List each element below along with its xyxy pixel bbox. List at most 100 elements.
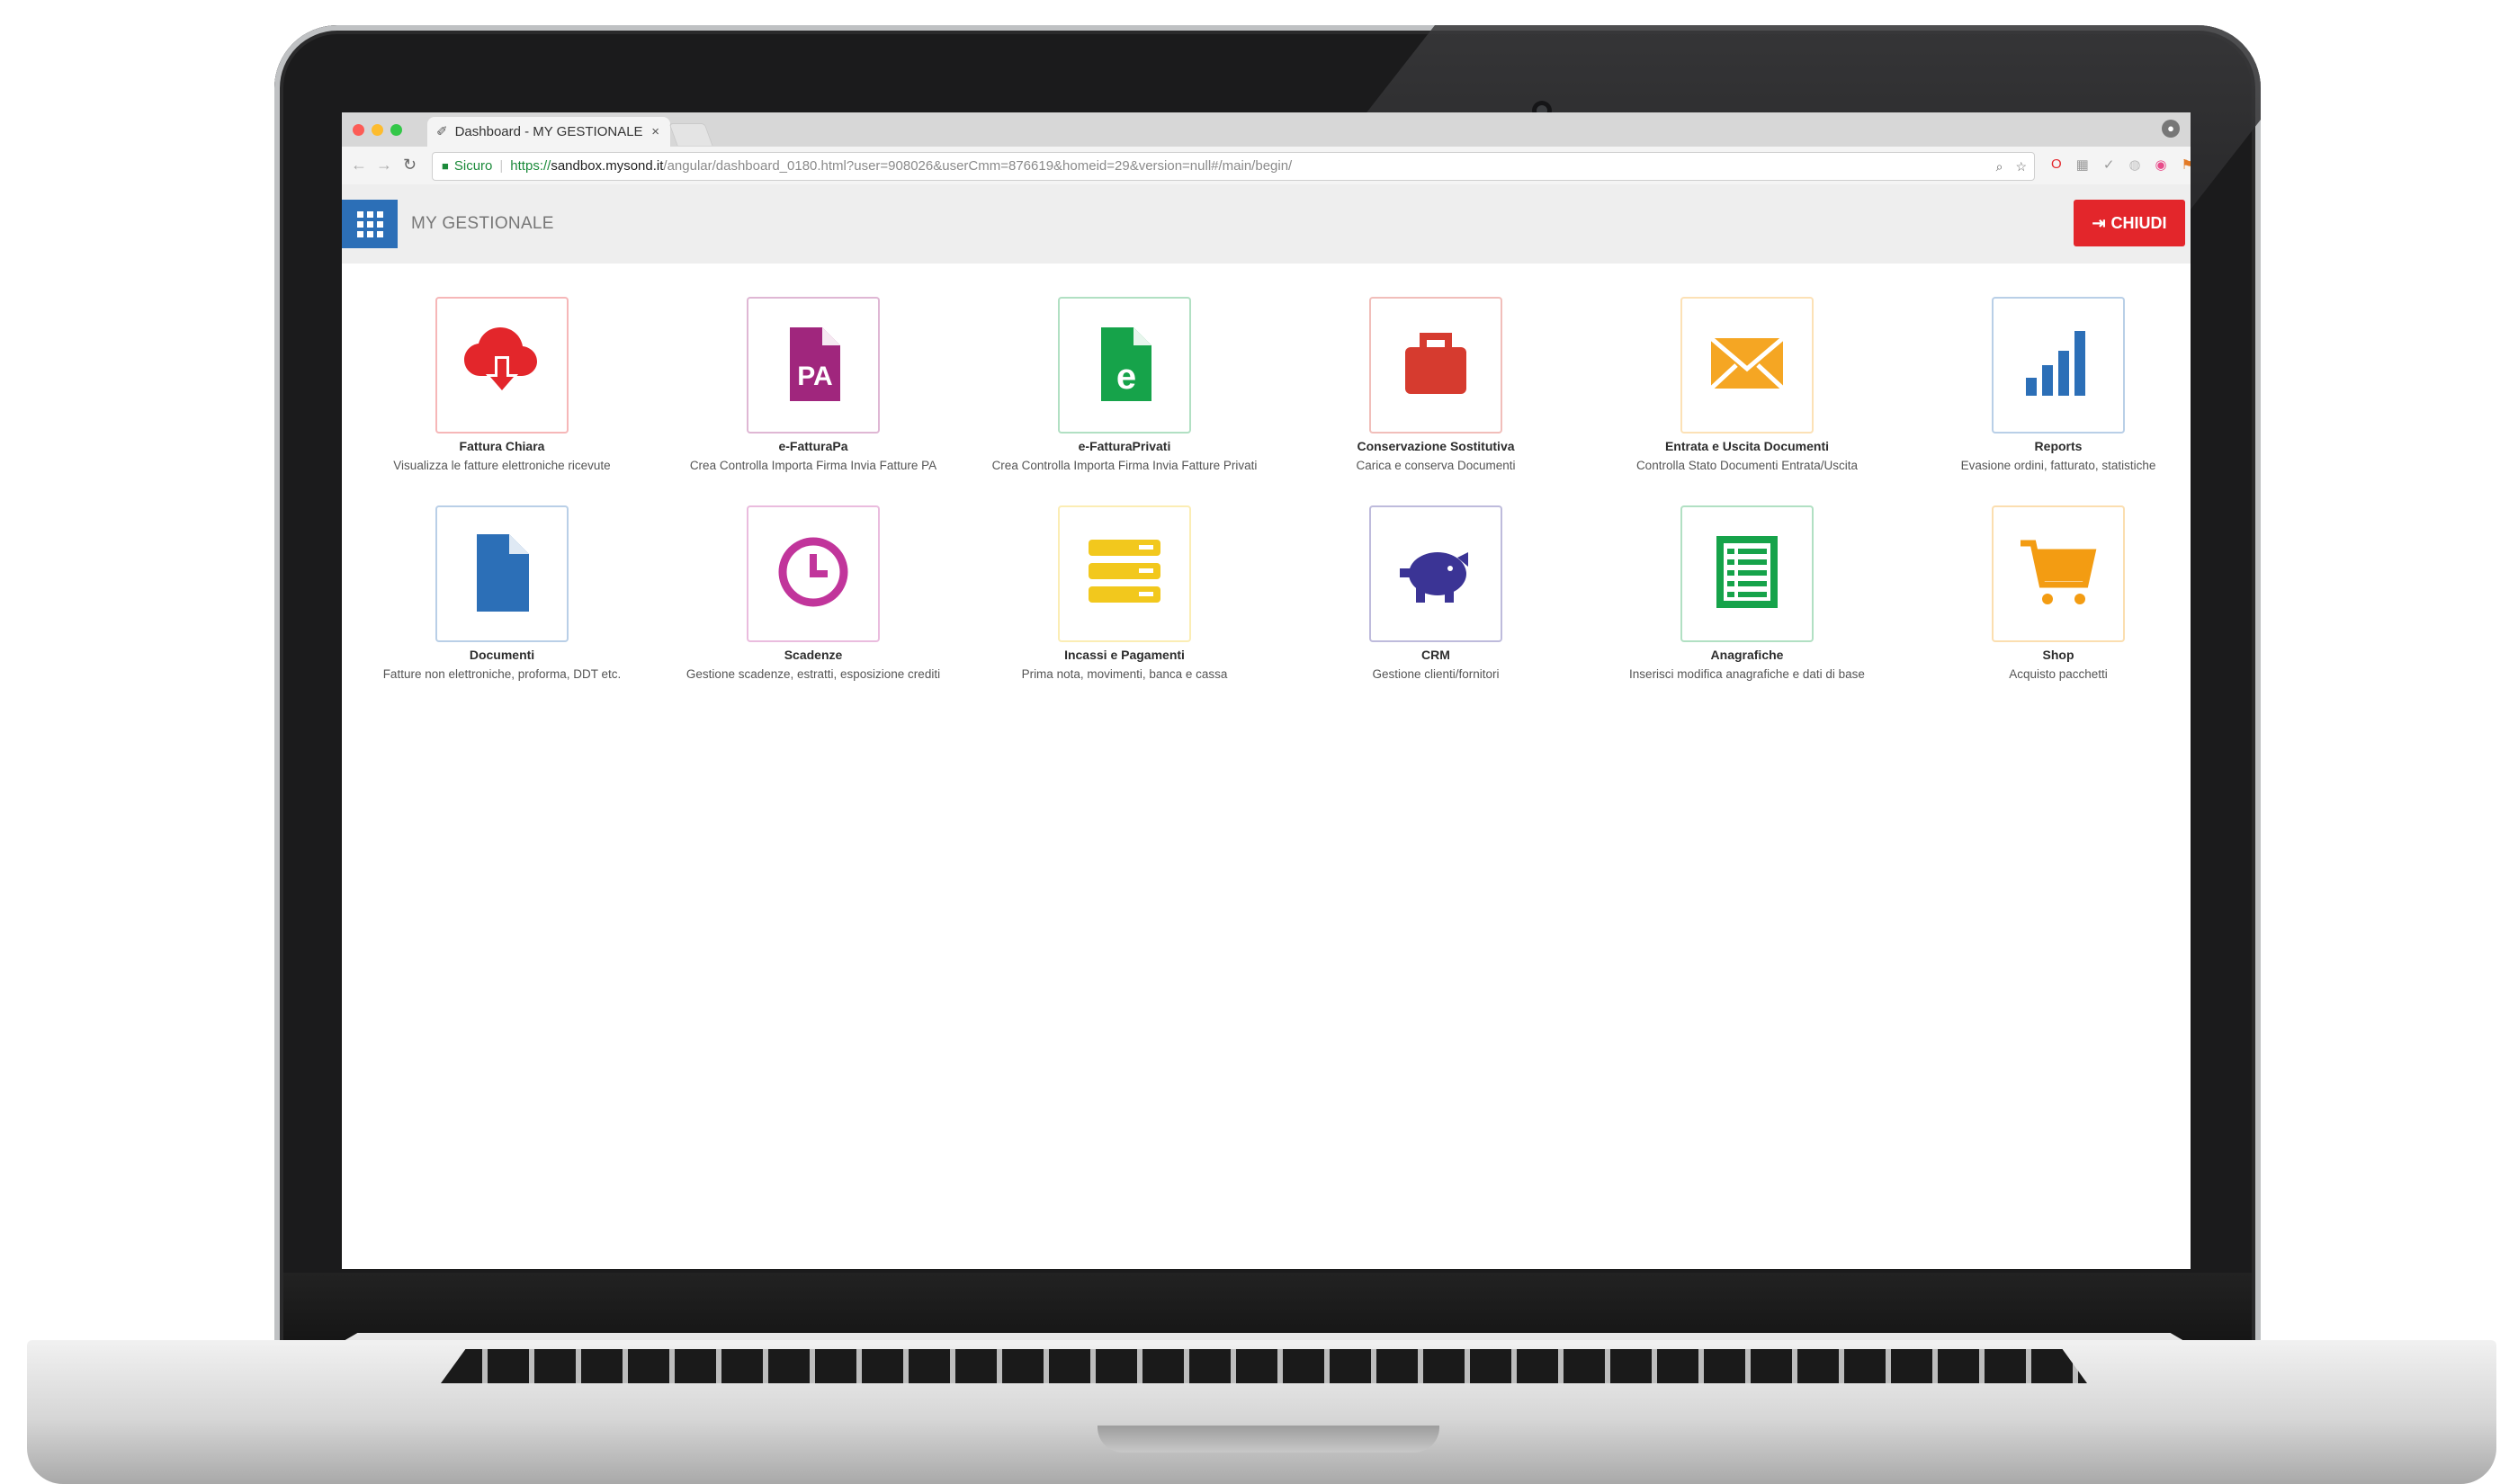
lock-icon: ■ <box>442 159 449 173</box>
dashboard-tile[interactable]: Anagrafiche Inserisci modifica anagrafich… <box>1591 505 1903 683</box>
dashboard-tile[interactable]: Conservazione Sostitutiva Carica e conser… <box>1280 297 1591 474</box>
briefcase-icon <box>1393 320 1479 411</box>
tile-description: Gestione scadenze, estratti, esposizione… <box>685 667 941 681</box>
tile-title[interactable]: CRM <box>1280 648 1591 662</box>
translate-extension-icon[interactable]: ▦ <box>2076 156 2089 173</box>
tile-title[interactable]: Reports <box>1903 439 2191 453</box>
tile-description: Carica e conserva Documenti <box>1356 459 1516 472</box>
clock-icon <box>770 529 856 620</box>
keyboard <box>441 1349 2087 1383</box>
opera-extension-icon[interactable]: O <box>2051 156 2062 173</box>
list-icon <box>1704 529 1790 620</box>
new-tab-button[interactable] <box>668 123 713 146</box>
dashboard-tile[interactable]: CRM Gestione clienti/fornitori <box>1280 505 1591 683</box>
tile-title[interactable]: Shop <box>1903 648 2191 662</box>
url-path: /angular/dashboard_0180.html?user=908026… <box>663 158 1293 174</box>
tile-icon-box[interactable] <box>1992 297 2125 434</box>
cloud-download-icon <box>459 320 545 411</box>
dashboard-tile[interactable]: Scadenze Gestione scadenze, estratti, esp… <box>658 505 969 683</box>
tile-description: Controlla Stato Documenti Entrata/Uscita <box>1635 459 1859 472</box>
tile-icon-box[interactable] <box>435 505 569 642</box>
close-button[interactable]: ⇥ CHIUDI <box>2074 200 2185 246</box>
pocket-extension-icon[interactable]: ◉ <box>2155 156 2167 173</box>
dashboard-tile[interactable]: PA e-FatturaPa Crea Controlla Importa Firm… <box>658 297 969 474</box>
tile-title[interactable]: Incassi e Pagamenti <box>969 648 1280 662</box>
dashboard-tile[interactable]: Documenti Fatture non elettroniche, profo… <box>346 505 658 683</box>
tile-icon-box[interactable] <box>1992 505 2125 642</box>
pa-document-icon: PA <box>770 320 856 411</box>
tile-icon-box[interactable] <box>435 297 569 434</box>
back-icon[interactable]: ← <box>351 156 367 174</box>
tile-title[interactable]: e-FatturaPrivati <box>969 439 1280 453</box>
extension-icon[interactable]: ◍ <box>2128 156 2140 173</box>
tile-icon-box[interactable] <box>1680 297 1814 434</box>
envelope-icon <box>1704 320 1790 411</box>
flag-extension-icon[interactable]: ⚑ <box>2182 156 2191 173</box>
tab-title: Dashboard - MY GESTIONALE <box>454 124 643 139</box>
tile-title[interactable]: Conservazione Sostitutiva <box>1280 439 1591 453</box>
tile-description: Fatture non elettroniche, proforma, DDT … <box>382 667 622 681</box>
lid-notch <box>1098 1426 1439 1453</box>
tile-icon-box[interactable]: PA <box>747 297 880 434</box>
cart-icon <box>2015 529 2101 620</box>
bookmark-star-icon[interactable]: ☆ <box>2015 153 2027 180</box>
divider: | <box>499 158 504 174</box>
zoom-icon[interactable]: ⌕ <box>1996 153 2003 180</box>
apps-menu-button[interactable] <box>342 200 398 248</box>
dashboard-tile[interactable]: Entrata e Uscita Documenti Controlla Stat… <box>1591 297 1903 474</box>
stack-icon <box>1081 529 1168 620</box>
forward-icon[interactable]: → <box>376 156 392 174</box>
svg-text:e: e <box>1116 357 1136 397</box>
e-document-icon: e <box>1081 320 1168 411</box>
profile-icon[interactable]: ● <box>2162 120 2180 138</box>
tile-title[interactable]: Fattura Chiara <box>346 439 658 453</box>
tab-close-icon[interactable]: × <box>651 117 659 147</box>
address-bar[interactable]: ■ Sicuro | https:// sandbox.mysond.it /a… <box>432 152 2035 181</box>
tile-icon-box[interactable] <box>1058 505 1191 642</box>
dashboard-tile[interactable]: e e-FatturaPrivati Crea Controlla Importa … <box>969 297 1280 474</box>
tile-description: Acquisto pacchetti <box>2009 667 2108 681</box>
tile-title[interactable]: Scadenze <box>658 648 969 662</box>
minimize-window-icon[interactable] <box>372 124 383 136</box>
tile-description: Prima nota, movimenti, banca e cassa <box>1021 667 1228 681</box>
tile-description: Inserisci modifica anagrafiche e dati di… <box>1629 667 1865 681</box>
tile-icon-box[interactable] <box>1369 505 1502 642</box>
extensions-bar: O ▦ ✓ ◍ ◉ ⚑ ● <box>2051 156 2191 173</box>
app-title: MY GESTIONALE <box>411 214 554 233</box>
tile-icon-box[interactable]: e <box>1058 297 1191 434</box>
tab-favicon-icon: ✐ <box>436 124 448 139</box>
tile-description: Gestione clienti/fornitori <box>1372 667 1500 681</box>
browser-tab[interactable]: ✐ Dashboard - MY GESTIONALE × <box>427 117 670 147</box>
tile-title[interactable]: e-FatturaPa <box>658 439 969 453</box>
tile-description: Visualizza le fatture elettroniche ricev… <box>393 459 611 472</box>
bar-chart-icon <box>2015 320 2101 411</box>
app-header: MY GESTIONALE ⇥ CHIUDI <box>342 184 2191 264</box>
browser-tabstrip: ✐ Dashboard - MY GESTIONALE × ● <box>342 112 2191 148</box>
tile-description: Crea Controlla Importa Firma Invia Fattu… <box>689 459 937 472</box>
dashboard-tile[interactable]: Fattura Chiara Visualizza le fatture elet… <box>346 297 658 474</box>
tile-description: Crea Controlla Importa Firma Invia Fattu… <box>991 459 1258 472</box>
url-protocol: https:// <box>510 158 551 174</box>
close-window-icon[interactable] <box>353 124 364 136</box>
dashboard-tile[interactable]: Incassi e Pagamenti Prima nota, movimenti… <box>969 505 1280 683</box>
check-extension-icon[interactable]: ✓ <box>2103 156 2115 173</box>
browser-toolbar: ← → ↻ ■ Sicuro | https:// sandbox.mysond… <box>342 147 2191 185</box>
url-host: sandbox.mysond.it <box>551 158 664 174</box>
tile-title[interactable]: Documenti <box>346 648 658 662</box>
screen: ✐ Dashboard - MY GESTIONALE × ● ← → ↻ ■ … <box>342 112 2191 1269</box>
maximize-window-icon[interactable] <box>390 124 402 136</box>
tile-description: Evasione ordini, fatturato, statistiche <box>1960 459 2156 472</box>
tile-icon-box[interactable] <box>747 505 880 642</box>
dashboard-tile[interactable]: Shop Acquisto pacchetti <box>1903 505 2191 683</box>
logout-icon: ⇥ <box>2092 213 2106 232</box>
reload-icon[interactable]: ↻ <box>403 156 417 174</box>
tile-icon-box[interactable] <box>1369 297 1502 434</box>
close-button-label: CHIUDI <box>2110 213 2167 232</box>
tile-icon-box[interactable] <box>1680 505 1814 642</box>
dashboard-tile[interactable]: Reports Evasione ordini, fatturato, stati… <box>1903 297 2191 474</box>
tile-title[interactable]: Entrata e Uscita Documenti <box>1591 439 1903 453</box>
svg-text:PA: PA <box>797 362 832 391</box>
secure-label: Sicuro <box>453 158 493 174</box>
document-icon <box>459 529 545 620</box>
tile-title[interactable]: Anagrafiche <box>1591 648 1903 662</box>
